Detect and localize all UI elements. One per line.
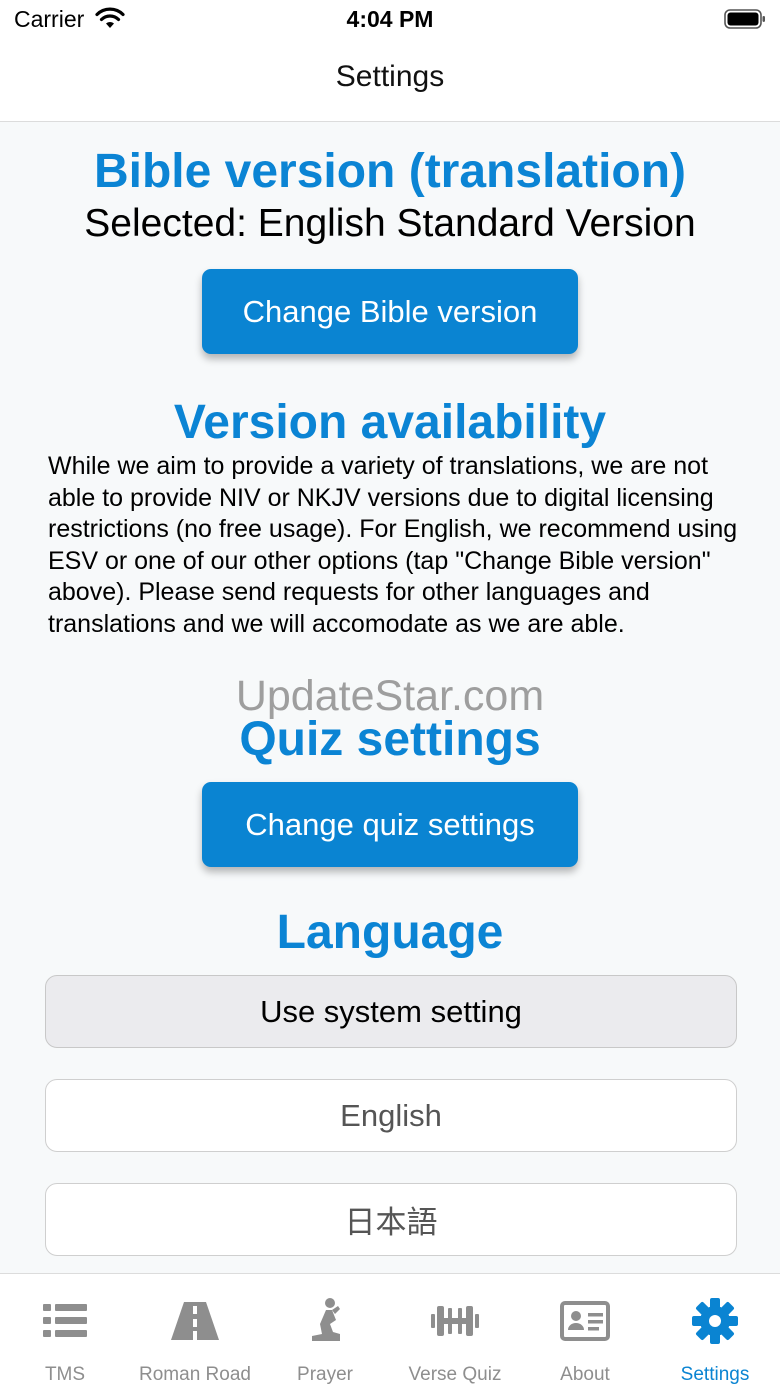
tab-prayer[interactable]: Prayer <box>260 1274 390 1388</box>
navigation-bar: Settings <box>0 40 780 122</box>
language-option-japanese[interactable]: 日本語 <box>45 1183 737 1256</box>
gear-icon <box>692 1298 738 1344</box>
praying-person-icon <box>312 1298 340 1341</box>
tab-label: About <box>560 1364 610 1385</box>
tab-label: Verse Quiz <box>408 1364 502 1385</box>
settings-content[interactable]: Bible version (translation) Selected: En… <box>0 122 780 1272</box>
tab-bar: TMS Roman Road Prayer Verse Quiz About S… <box>0 1273 780 1388</box>
id-card-icon <box>560 1301 610 1341</box>
change-quiz-settings-button[interactable]: Change quiz settings <box>202 782 578 867</box>
language-option-english[interactable]: English <box>45 1079 737 1152</box>
language-heading: Language <box>276 906 504 959</box>
tab-label: Prayer <box>297 1364 353 1385</box>
selected-version-text: Selected: English Standard Version <box>84 202 696 245</box>
dumbbell-icon <box>431 1306 479 1336</box>
change-bible-version-button[interactable]: Change Bible version <box>202 269 578 354</box>
status-bar: Carrier 4:04 PM <box>0 0 780 40</box>
tab-label: TMS <box>44 1364 86 1385</box>
language-option-system[interactable]: Use system setting <box>45 975 737 1048</box>
quiz-settings-heading: Quiz settings <box>239 713 541 766</box>
clock: 4:04 PM <box>346 6 434 32</box>
tab-tms[interactable]: TMS <box>0 1274 130 1388</box>
page-title: Settings <box>335 60 445 93</box>
tab-verse-quiz[interactable]: Verse Quiz <box>390 1274 520 1388</box>
version-availability-heading: Version availability <box>173 396 607 449</box>
tab-label: Settings <box>680 1364 750 1385</box>
tab-roman-road[interactable]: Roman Road <box>130 1274 260 1388</box>
list-icon <box>43 1304 87 1337</box>
tab-label: Roman Road <box>139 1364 251 1385</box>
tab-settings[interactable]: Settings <box>650 1274 780 1388</box>
version-availability-text: While we aim to provide a variety of tra… <box>48 452 738 638</box>
battery-icon <box>724 9 765 29</box>
road-icon <box>171 1302 219 1340</box>
tab-about[interactable]: About <box>520 1274 650 1388</box>
bible-version-heading: Bible version (translation) <box>93 145 687 198</box>
